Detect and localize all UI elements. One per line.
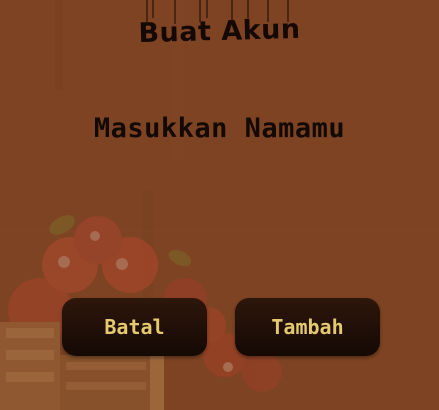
add-button[interactable]: Tambah: [235, 298, 380, 356]
name-prompt: Masukkan Namamu: [93, 113, 346, 144]
cancel-button[interactable]: Batal: [62, 298, 207, 356]
add-button-label: Tambah: [271, 315, 344, 339]
cancel-button-label: Batal: [104, 315, 165, 339]
dialog-title: Buat Akun: [138, 13, 301, 50]
title-sign: Buat Akun: [0, 0, 439, 60]
